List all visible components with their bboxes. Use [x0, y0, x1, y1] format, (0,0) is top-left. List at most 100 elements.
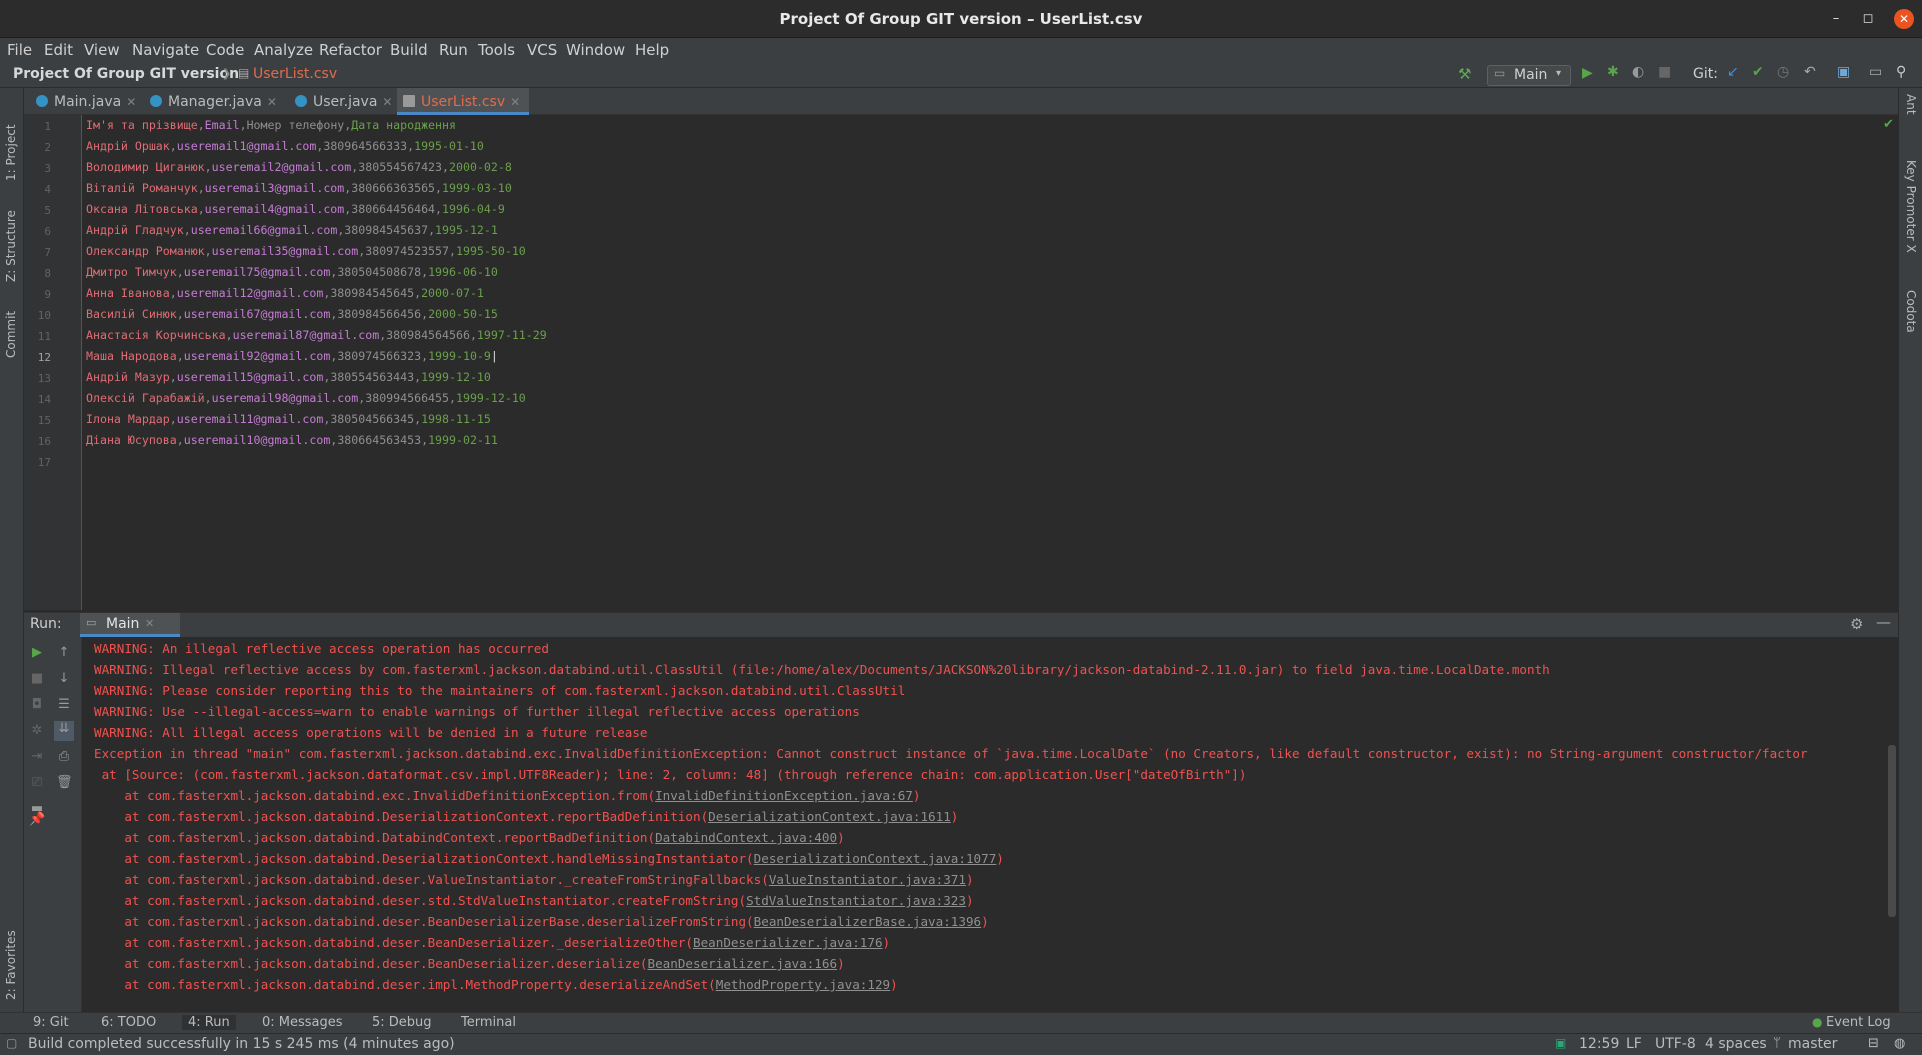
- pin-icon[interactable]: 📌: [29, 812, 45, 827]
- file-encoding[interactable]: UTF-8: [1655, 1036, 1696, 1052]
- menu-file[interactable]: File: [7, 41, 32, 59]
- tool-window-codota[interactable]: Codota: [1904, 290, 1918, 333]
- inspection-ok-icon[interactable]: ✔: [1883, 117, 1894, 132]
- run-config-select[interactable]: ▭ Main ▾: [1487, 65, 1571, 86]
- trash-icon[interactable]: 🗑: [56, 775, 73, 790]
- soft-wrap-icon[interactable]: ☰: [56, 697, 72, 712]
- gear-icon[interactable]: ⚙: [1850, 615, 1863, 633]
- tool-tab-run[interactable]: 4: Run: [182, 1015, 236, 1030]
- menu-window[interactable]: Window: [566, 41, 625, 59]
- run-icon[interactable]: ▶: [1582, 65, 1593, 81]
- console-paren: ): [981, 914, 989, 929]
- close-button[interactable]: ✕: [1894, 9, 1914, 29]
- tool-window-structure[interactable]: Z: Structure: [4, 192, 18, 282]
- codota-status-icon[interactable]: ▣: [1555, 1036, 1566, 1050]
- lock-icon[interactable]: ⊟: [1868, 1036, 1879, 1051]
- stack-trace-link[interactable]: BeanDeserializer.java:166: [648, 956, 838, 971]
- indent-setting[interactable]: 4 spaces: [1705, 1036, 1767, 1052]
- coverage-icon[interactable]: ◐: [1632, 64, 1644, 80]
- console-scrollbar[interactable]: [1888, 745, 1896, 917]
- cursor-position[interactable]: 12:59: [1579, 1036, 1619, 1052]
- menu-help[interactable]: Help: [635, 41, 669, 59]
- git-update-icon[interactable]: ↙: [1727, 64, 1739, 80]
- stop-icon[interactable]: ■: [29, 671, 45, 686]
- stop-icon[interactable]: ■: [1658, 64, 1671, 80]
- scroll-up-icon[interactable]: ↑: [56, 645, 72, 660]
- tool-window-commit[interactable]: Commit: [4, 298, 18, 358]
- menu-tools[interactable]: Tools: [478, 41, 515, 59]
- console-text: at com.fasterxml.jackson.databind.deser.…: [94, 872, 769, 887]
- memory-indicator-icon[interactable]: ◍: [1894, 1036, 1905, 1051]
- run-tab-main[interactable]: ▭ Main ✕: [80, 613, 180, 637]
- tool-window-key-promoter[interactable]: Key Promoter X: [1904, 160, 1918, 253]
- scroll-down-icon[interactable]: ↓: [56, 671, 72, 686]
- tool-tab-debug[interactable]: 5: Debug: [372, 1015, 432, 1030]
- menu-code[interactable]: Code: [206, 41, 244, 59]
- rollback-icon[interactable]: ↶: [1804, 64, 1816, 80]
- exit-icon[interactable]: ⇥: [29, 749, 45, 764]
- maximize-button[interactable]: ◻: [1858, 9, 1878, 29]
- close-icon[interactable]: ✕: [267, 95, 277, 109]
- close-icon[interactable]: ✕: [126, 95, 136, 109]
- breadcrumb-project[interactable]: Project Of Group GIT version: [13, 66, 239, 82]
- console-output[interactable]: WARNING: An illegal reflective access op…: [82, 637, 1898, 1012]
- breadcrumb-file[interactable]: UserList.csv: [253, 66, 337, 82]
- menu-edit[interactable]: Edit: [44, 41, 73, 59]
- git-commit-icon[interactable]: ✔: [1752, 64, 1764, 80]
- line-separator[interactable]: LF: [1626, 1036, 1642, 1052]
- stack-trace-link[interactable]: BeanDeserializer.java:176: [693, 935, 883, 950]
- debug-icon[interactable]: ✱: [1607, 64, 1619, 80]
- tool-window-favorites[interactable]: 2: Favorites: [4, 910, 18, 1000]
- stack-trace-link[interactable]: DeserializationContext.java:1611: [708, 809, 951, 824]
- camera-icon[interactable]: ◘: [29, 697, 45, 712]
- stack-trace-link[interactable]: ValueInstantiator.java:371: [769, 872, 966, 887]
- chevron-down-icon: ▾: [1556, 68, 1562, 79]
- menu-bar: File Edit View Navigate Code Analyze Ref…: [0, 38, 1922, 63]
- history-icon[interactable]: ◷: [1777, 64, 1789, 80]
- settings-icon[interactable]: ✲: [29, 723, 45, 738]
- stack-trace-link[interactable]: StdValueInstantiator.java:323: [746, 893, 966, 908]
- search-icon[interactable]: ⚲: [1896, 64, 1906, 80]
- tool-tab-event-log[interactable]: Event Log: [1826, 1015, 1891, 1030]
- tab-manager-java[interactable]: Manager.java ✕: [144, 88, 304, 115]
- menu-analyze[interactable]: Analyze: [254, 41, 313, 59]
- menu-run[interactable]: Run: [439, 41, 468, 59]
- close-icon[interactable]: ✕: [510, 95, 520, 109]
- restore-layout-icon[interactable]: ⎚: [29, 775, 45, 790]
- rerun-icon[interactable]: ▶: [29, 645, 45, 660]
- build-hammer-icon[interactable]: ⚒: [1458, 65, 1471, 83]
- menu-view[interactable]: View: [84, 41, 120, 59]
- print-icon[interactable]: ⎙: [56, 749, 72, 764]
- layout-icon[interactable]: ▭: [1869, 64, 1882, 80]
- project-structure-icon[interactable]: ▣: [1837, 64, 1850, 80]
- csv-separator: ,: [435, 202, 443, 216]
- menu-build[interactable]: Build: [390, 41, 428, 59]
- console-line: WARNING: All illegal access operations w…: [94, 725, 648, 740]
- git-branch[interactable]: master: [1788, 1036, 1837, 1052]
- tool-window-project[interactable]: 1: Project: [4, 96, 18, 181]
- minimize-button[interactable]: –: [1826, 9, 1846, 29]
- tab-main-java[interactable]: Main.java ✕: [30, 88, 138, 115]
- scroll-to-end-icon[interactable]: ⇊: [54, 721, 74, 741]
- tab-userlist-csv[interactable]: UserList.csv ✕: [397, 88, 529, 115]
- tool-tab-terminal[interactable]: Terminal: [461, 1015, 516, 1030]
- code-editor[interactable]: ✔ Ім'я та прізвище,Email,Номер телефону,…: [82, 115, 1898, 610]
- tool-tab-messages[interactable]: 0: Messages: [262, 1015, 343, 1030]
- stack-trace-link[interactable]: InvalidDefinitionException.java:67: [655, 788, 913, 803]
- menu-refactor[interactable]: Refactor: [319, 41, 382, 59]
- stack-trace-link[interactable]: DeserializationContext.java:1077: [754, 851, 997, 866]
- line-number: 11: [37, 330, 51, 343]
- stack-trace-link[interactable]: MethodProperty.java:129: [716, 977, 890, 992]
- menu-vcs[interactable]: VCS: [527, 41, 557, 59]
- tool-tab-git[interactable]: 9: Git: [33, 1015, 69, 1030]
- hide-panel-icon[interactable]: —: [1876, 613, 1891, 631]
- close-icon[interactable]: ✕: [382, 95, 392, 109]
- tool-tab-todo[interactable]: 6: TODO: [101, 1015, 156, 1030]
- menu-navigate[interactable]: Navigate: [132, 41, 199, 59]
- close-icon[interactable]: ✕: [145, 617, 154, 630]
- stack-trace-link[interactable]: BeanDeserializerBase.java:1396: [754, 914, 981, 929]
- tool-window-ant[interactable]: Ant: [1904, 94, 1918, 115]
- toggle-tool-windows-icon[interactable]: ▢: [6, 1036, 17, 1050]
- line-number: 3: [44, 162, 51, 175]
- stack-trace-link[interactable]: DatabindContext.java:400: [655, 830, 837, 845]
